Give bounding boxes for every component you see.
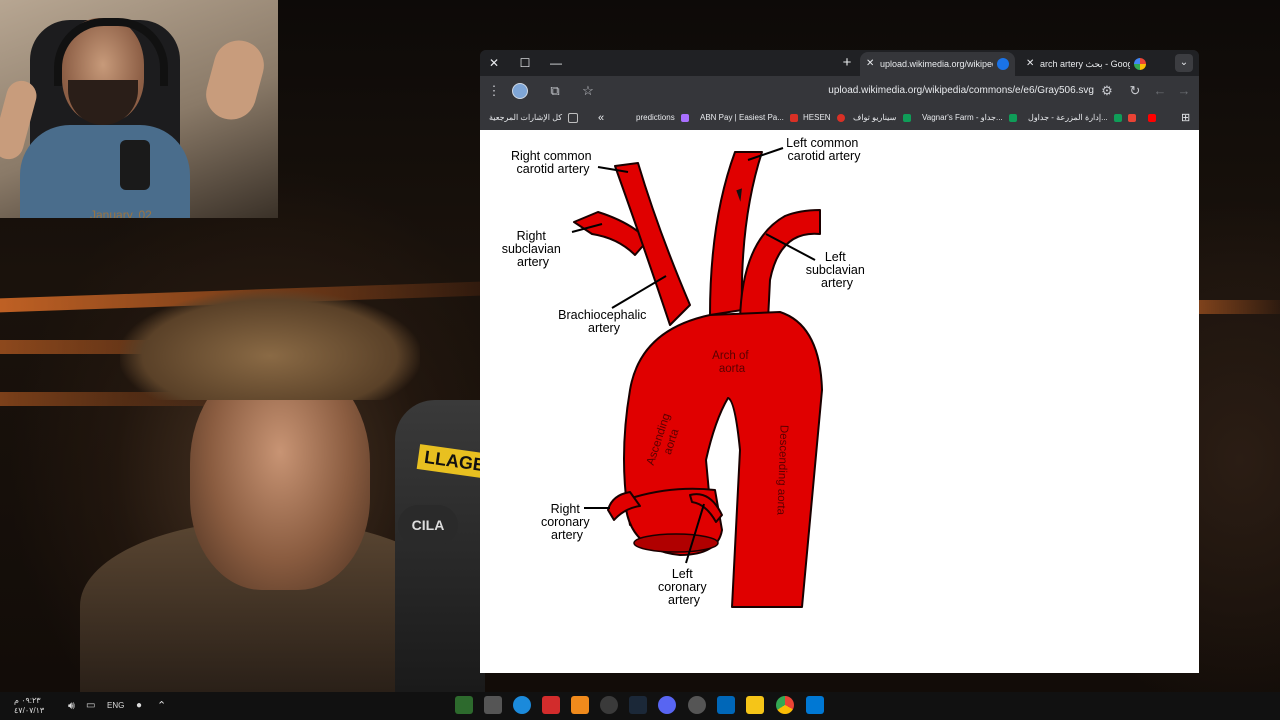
search-app-icon[interactable] (484, 696, 502, 714)
sheets-icon (1113, 113, 1122, 122)
extensions-icon[interactable]: ⧉ (545, 81, 565, 101)
close-tab-icon[interactable]: ✕ (866, 52, 878, 76)
bookmark-scenario[interactable]: سيناريو تواف (853, 106, 911, 130)
xbox-app-icon[interactable] (455, 696, 473, 714)
chrome-app-icon[interactable] (776, 696, 794, 714)
aortic-root-opening (633, 533, 719, 553)
bookmark-label: كل الإشارات المرجعية (489, 113, 563, 122)
streamer-hand (200, 34, 270, 126)
tab-title: upload.wikimedia.org/wikipedia/commons/e… (880, 59, 993, 69)
label-left-coronary: Left coronary artery (658, 567, 710, 607)
minimize-window-button[interactable]: — (545, 53, 567, 73)
tab-active[interactable]: ✕ upload.wikimedia.org/wikipedia/commons… (860, 52, 1015, 76)
aortic-arch-diagram: Right common carotid artery Left common … (502, 136, 869, 608)
tab-title: arch artery بحث - Google (1040, 59, 1130, 69)
tab-search-button[interactable]: ⌄ (1175, 54, 1193, 72)
wallpaper-stripe (1198, 300, 1280, 314)
label-left-subclavian: Left subclavian artery (806, 250, 869, 290)
bookmark-predictions[interactable]: predictions (636, 106, 689, 130)
obs-app-icon[interactable] (600, 696, 618, 714)
microphone-icon[interactable]: ● (136, 692, 142, 720)
forward-arrow-icon[interactable]: → (1174, 81, 1194, 101)
gmail-icon (1128, 113, 1136, 122)
youtube-icon (1148, 113, 1156, 122)
streamer-shirt (20, 125, 190, 218)
bookmark-label: ABN Pay | Easiest Pa... (700, 113, 784, 122)
address-bar[interactable]: upload.wikimedia.org/wikipedia/commons/e… (600, 82, 1094, 100)
bookmark-youtube[interactable] (1144, 106, 1156, 130)
cowboy-hat (120, 290, 420, 400)
kebab-menu-icon[interactable]: ⋮ (484, 81, 504, 101)
sheets-icon (1008, 113, 1017, 122)
google-favicon-icon (1134, 58, 1146, 70)
chevron-up-icon[interactable]: ⌃ (157, 692, 166, 720)
browser-window: ✕ ☐ — + ✕ upload.wikimedia.org/wikipedia… (480, 50, 1199, 673)
hesen-icon (836, 113, 845, 122)
microphone (120, 140, 150, 190)
bookmark-vagnars-farm[interactable]: Vagnar's Farm - جداو... (922, 106, 1017, 130)
close-tab-icon[interactable]: ✕ (1026, 52, 1038, 76)
bookmark-label: Vagnar's Farm - جداو... (922, 113, 1003, 122)
browser-toolbar: ⋮ ⧉ ☆ upload.wikimedia.org/wikipedia/com… (480, 76, 1199, 106)
close-window-button[interactable]: ✕ (483, 53, 505, 73)
bookmark-all-bookmarks[interactable]: كل الإشارات المرجعية (489, 106, 579, 130)
bookmark-hesen[interactable]: HESEN (803, 106, 845, 130)
label-right-subclavian: Right subclavian artery (502, 229, 565, 269)
bookmark-label: إدارة المزرعة - جداول... (1028, 113, 1108, 122)
language-indicator[interactable]: ENG (107, 692, 124, 720)
bookmark-farm-management[interactable]: إدارة المزرعة - جداول... (1028, 106, 1122, 130)
edge-app-icon[interactable] (513, 696, 531, 714)
label-left-common-carotid: Left common carotid artery (786, 136, 862, 163)
new-tab-button[interactable]: + (837, 53, 857, 73)
more-bookmarks-button[interactable]: « (598, 106, 604, 130)
apps-grid-icon[interactable]: ⊞ (1181, 106, 1190, 130)
tab-strip: ✕ ☐ — + ✕ upload.wikimedia.org/wikipedia… (480, 50, 1199, 76)
system-clock[interactable]: ٠٩:٢٣ م ٤٧/٠٧/١٣ (14, 696, 44, 718)
bookmark-label: سيناريو تواف (853, 113, 897, 122)
label-brachiocephalic: Brachiocephalic artery (558, 308, 650, 335)
soldier-figure (395, 400, 485, 692)
store-app-icon[interactable] (717, 696, 735, 714)
back-arrow-icon[interactable]: ← (1150, 81, 1170, 101)
volume-icon[interactable]: 🔊︎ (68, 692, 75, 720)
clock-time: ٠٩:٢٣ م (14, 696, 41, 705)
steam-app-icon[interactable] (629, 696, 647, 714)
soldier-badge: CILA (398, 505, 458, 545)
reload-icon[interactable]: ↻ (1125, 81, 1145, 101)
tab-google-search[interactable]: ✕ arch artery بحث - Google (1020, 52, 1152, 76)
network-icon[interactable]: ▭ (86, 692, 95, 720)
aimp-app-icon[interactable] (571, 696, 589, 714)
file-explorer-app-icon[interactable] (746, 696, 764, 714)
bookmark-label: predictions (636, 113, 675, 122)
webcam-overlay: January, 02 (0, 0, 278, 218)
windows-start-icon[interactable] (806, 696, 824, 714)
bookmark-star-icon[interactable]: ☆ (578, 81, 598, 101)
settings-app-icon[interactable] (688, 696, 706, 714)
abn-icon (790, 113, 799, 122)
clock-date: ٤٧/٠٧/١٣ (14, 706, 45, 715)
bookmark-label: HESEN (803, 113, 831, 122)
label-right-common-carotid: Right common carotid artery (511, 149, 595, 176)
site-settings-icon[interactable]: ⚙ (1097, 81, 1117, 101)
media-app-icon[interactable] (542, 696, 560, 714)
webcam-caption: January, 02 (90, 208, 152, 218)
bookmark-gmail[interactable] (1124, 106, 1136, 130)
twitch-icon (680, 113, 689, 122)
bookmark-abn-pay[interactable]: ABN Pay | Easiest Pa... (700, 106, 799, 130)
wikimedia-favicon-icon (997, 58, 1009, 70)
discord-app-icon[interactable] (658, 696, 676, 714)
profile-avatar-icon[interactable] (512, 83, 528, 99)
bookmarks-bar: كل الإشارات المرجعية « predictions ABN P… (480, 106, 1199, 130)
maximize-window-button[interactable]: ☐ (514, 53, 536, 73)
page-viewport: Right common carotid artery Left common … (480, 130, 1199, 673)
folder-icon (568, 112, 579, 123)
sheets-icon (902, 113, 911, 122)
taskbar: ٠٩:٢٣ م ٤٧/٠٧/١٣ 🔊︎ ▭ ENG ● ⌃ (0, 692, 1280, 720)
